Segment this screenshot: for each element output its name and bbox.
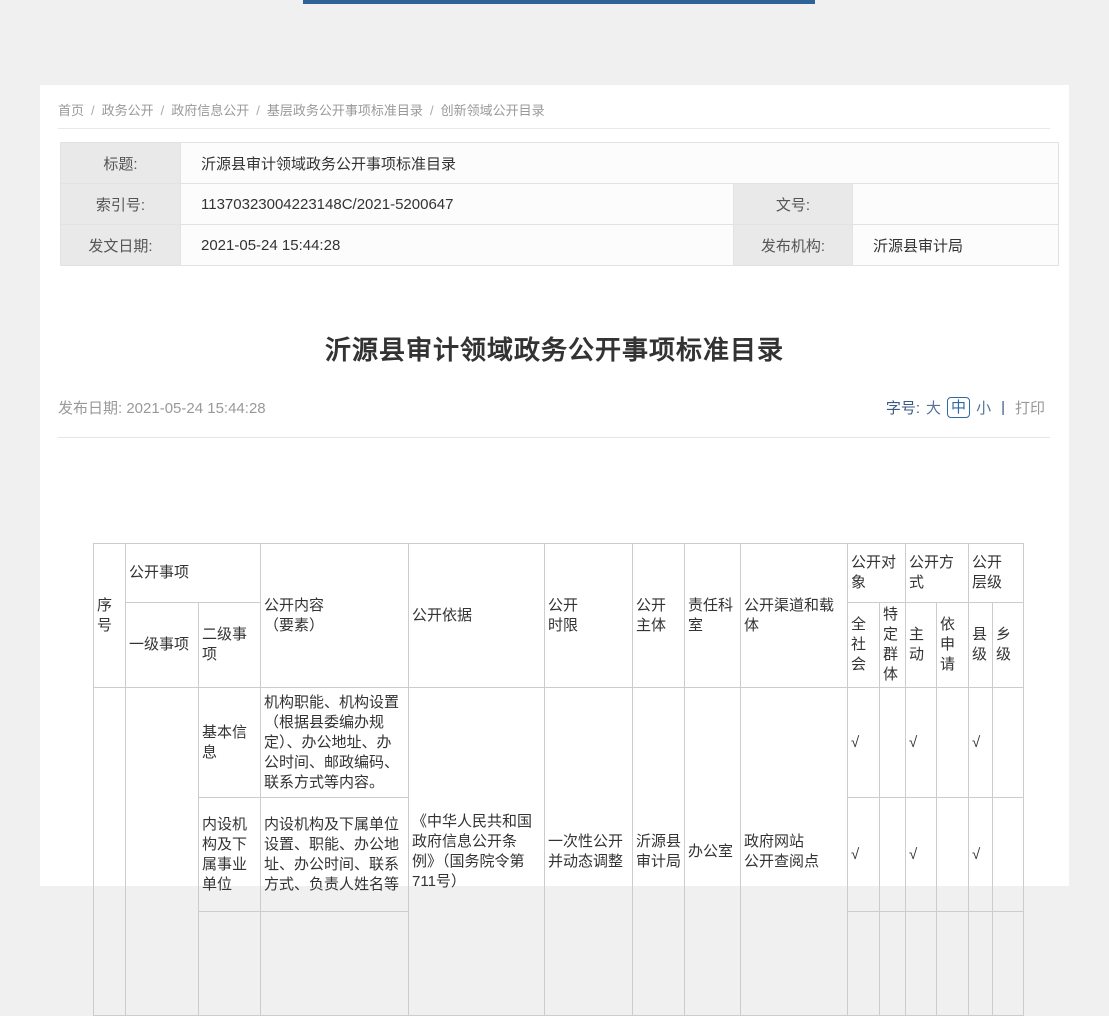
cell-level1-item <box>126 688 199 1016</box>
table-row: 基本信 息 机构职能、机构设置 （根据县委编办规 定）、办公地址、办 公时间、邮… <box>94 688 1024 798</box>
cell-whole-society-mark <box>848 912 880 1016</box>
col-header-level: 公开 层级 <box>969 544 1024 603</box>
breadcrumb-chuangxin[interactable]: 创新领域公开目录 <box>441 103 545 118</box>
cell-whole-society-mark: √ <box>848 798 880 912</box>
cell-time-limit: 一次性公开 并动态调整 <box>545 688 633 1016</box>
publish-date-value: 2021-05-24 15:44:28 <box>126 400 265 417</box>
meta-value-doc-number <box>853 184 1059 225</box>
cell-county-mark: √ <box>969 688 993 798</box>
document-meta-table: 标题: 沂源县审计领域政务公开事项标准目录 索引号: 1137032300422… <box>60 142 1059 266</box>
meta-value-agency: 沂源县审计局 <box>853 225 1059 266</box>
breadcrumb-separator: / <box>161 103 165 118</box>
col-header-whole-society: 全社 会 <box>848 603 880 688</box>
meta-label-doc-number: 文号: <box>734 184 853 225</box>
col-header-level1-item: 一级事项 <box>126 603 199 688</box>
cell-specific-group-mark <box>880 912 906 1016</box>
col-header-content: 公开内容 （要素） <box>261 544 409 688</box>
cell-specific-group-mark <box>880 688 906 798</box>
meta-value-index: 11370323004223148C/2021-5200647 <box>181 184 734 225</box>
cell-level2-item <box>199 912 261 1016</box>
meta-label-index: 索引号: <box>61 184 181 225</box>
cell-proactive-mark: √ <box>906 798 937 912</box>
col-header-specific-group: 特 定 群 体 <box>880 603 906 688</box>
catalog-header-row-1: 序 号 公开事项 公开内容 （要素） 公开依据 公开 时限 公开 主体 责任科 … <box>94 544 1024 603</box>
cell-channel: 政府网站 公开查阅点 <box>741 688 848 1016</box>
col-header-method: 公开方式 <box>906 544 969 603</box>
top-nav-bar-edge <box>303 0 815 4</box>
meta-value-title: 沂源县审计领域政务公开事项标准目录 <box>181 143 1059 184</box>
meta-row-title: 标题: 沂源县审计领域政务公开事项标准目录 <box>61 143 1059 184</box>
breadcrumb-home[interactable]: 首页 <box>58 103 84 118</box>
cell-county-mark <box>969 912 993 1016</box>
breadcrumb-separator: / <box>91 103 95 118</box>
cell-township-mark <box>993 912 1024 1016</box>
cell-content: 内设机构及下属单位 设置、职能、办公地 址、办公时间、联系 方式、负责人姓名等 <box>261 798 409 912</box>
cell-content: 机构职能、机构设置 （根据县委编办规 定）、办公地址、办 公时间、邮政编码、 联… <box>261 688 409 798</box>
breadcrumb-zhengwu[interactable]: 政务公开 <box>102 103 154 118</box>
content-card: 首页 / 政务公开 / 政府信息公开 / 基层政务公开事项标准目录 / 创新领域公开目录 标题:… <box>40 85 1069 886</box>
cell-serial <box>94 688 126 1016</box>
meta-value-issue-date: 2021-05-24 15:44:28 <box>181 225 734 266</box>
meta-row-date: 发文日期: 2021-05-24 15:44:28 发布机构: 沂源县审计局 <box>61 225 1059 266</box>
font-size-large-button[interactable]: 大 <box>926 397 941 418</box>
font-size-small-button[interactable]: 小 <box>976 397 991 418</box>
col-header-on-request: 依申 请 <box>937 603 969 688</box>
col-header-channel: 公开渠道和载 体 <box>741 544 848 688</box>
col-header-department: 责任科 室 <box>685 544 741 688</box>
toolbar-separator: | <box>1001 399 1005 416</box>
col-header-subject: 公开 主体 <box>633 544 685 688</box>
col-header-time-limit: 公开 时限 <box>545 544 633 688</box>
breadcrumb-separator: / <box>430 103 434 118</box>
cell-whole-society-mark: √ <box>848 688 880 798</box>
page: { "top_bar": { "color": "#2e6399" }, "br… <box>0 0 1109 886</box>
content-divider <box>58 437 1050 438</box>
print-button[interactable]: 打印 <box>1015 397 1045 418</box>
col-header-proactive: 主 动 <box>906 603 937 688</box>
meta-label-issue-date: 发文日期: <box>61 225 181 266</box>
cell-township-mark <box>993 688 1024 798</box>
cell-on-request-mark <box>937 912 969 1016</box>
catalog-table: 序 号 公开事项 公开内容 （要素） 公开依据 公开 时限 公开 主体 责任科 … <box>93 543 1024 1016</box>
col-header-level2-item: 二级事 项 <box>199 603 261 688</box>
cell-proactive-mark <box>906 912 937 1016</box>
meta-label-title: 标题: <box>61 143 181 184</box>
breadcrumb-separator: / <box>256 103 260 118</box>
cell-proactive-mark: √ <box>906 688 937 798</box>
publish-row: 发布日期: 2021-05-24 15:44:28 字号: 大 中 小 | 打印 <box>58 397 1045 418</box>
cell-on-request-mark <box>937 798 969 912</box>
cell-county-mark: √ <box>969 798 993 912</box>
cell-department: 办公室 <box>685 688 741 1016</box>
cell-on-request-mark <box>937 688 969 798</box>
breadcrumb-jiceng[interactable]: 基层政务公开事项标准目录 <box>267 103 423 118</box>
cell-township-mark <box>993 798 1024 912</box>
publish-date: 发布日期: 2021-05-24 15:44:28 <box>58 397 266 418</box>
meta-label-agency: 发布机构: <box>734 225 853 266</box>
col-header-audience: 公开对 象 <box>848 544 906 603</box>
cell-specific-group-mark <box>880 798 906 912</box>
col-header-serial: 序 号 <box>94 544 126 688</box>
cell-content <box>261 912 409 1016</box>
breadcrumb: 首页 / 政务公开 / 政府信息公开 / 基层政务公开事项标准目录 / 创新领域公开目录 <box>58 100 545 119</box>
breadcrumb-divider <box>58 128 1050 129</box>
font-size-label: 字号: <box>886 397 920 418</box>
breadcrumb-xinxi[interactable]: 政府信息公开 <box>171 103 249 118</box>
col-header-township-level: 乡 级 <box>993 603 1024 688</box>
cell-basis: 《中华人民共和国 政府信息公开条 例》（国务院令第 711号） <box>409 688 545 1016</box>
cell-level2-item: 内设机 构及下 属事业 单位 <box>199 798 261 912</box>
font-size-tools: 字号: 大 中 小 | 打印 <box>886 397 1045 418</box>
cell-subject: 沂源县 审计局 <box>633 688 685 1016</box>
meta-row-index: 索引号: 11370323004223148C/2021-5200647 文号: <box>61 184 1059 225</box>
col-header-basis: 公开依据 <box>409 544 545 688</box>
col-header-disclosure-matters: 公开事项 <box>126 544 261 603</box>
col-header-county-level: 县 级 <box>969 603 993 688</box>
page-title: 沂源县审计领域政务公开事项标准目录 <box>40 330 1069 367</box>
font-size-medium-button[interactable]: 中 <box>947 397 970 418</box>
publish-date-label: 发布日期: <box>58 400 122 417</box>
cell-level2-item: 基本信 息 <box>199 688 261 798</box>
